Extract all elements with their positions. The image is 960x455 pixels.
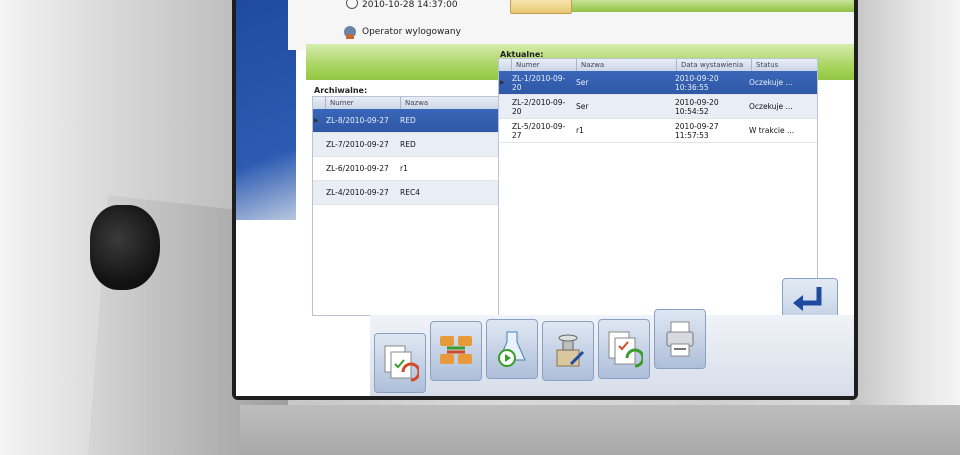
report-icon <box>608 331 643 368</box>
housing-bottom <box>240 405 960 455</box>
toolbar-button-report[interactable] <box>598 319 650 379</box>
touch-screen: 2010-10-28 14:37:00 Operator wylogowany … <box>236 0 854 396</box>
documents-icon <box>384 345 419 382</box>
current-col-numer[interactable]: Numer <box>512 59 577 71</box>
current-cell-numer: ZL-5/2010-09-27 <box>512 121 566 140</box>
current-cell-nazwa: Ser <box>576 102 589 111</box>
current-col-nazwa[interactable]: Nazwa <box>577 59 677 71</box>
printer-icon <box>666 321 694 357</box>
current-cell-data: 2010-09-27 11:57:53 <box>675 121 719 140</box>
current-col-status[interactable]: Status <box>752 59 806 71</box>
clock-icon <box>346 0 358 9</box>
current-cell-data: 2010-09-20 10:36:55 <box>675 73 719 92</box>
current-cell-status: Oczekuje ... <box>749 78 793 87</box>
operator-status-label: Operator wylogowany <box>362 27 461 37</box>
brand-band <box>236 0 296 220</box>
archived-col-numer[interactable]: Numer <box>326 97 401 109</box>
mount-knob <box>90 205 160 290</box>
exchange-icon <box>440 336 472 364</box>
archived-label: Archiwalne: <box>314 86 368 95</box>
current-rows: ▶ ZL-1/2010-09-20 Ser 2010-09-20 10:36:55 Oc… <box>499 71 817 143</box>
current-cell-status: Oczekuje ... <box>749 102 793 111</box>
operator-status[interactable]: Operator wylogowany <box>344 22 584 42</box>
header-button[interactable] <box>510 0 572 14</box>
archived-header-spacer <box>313 97 326 109</box>
archived-cell-numer: ZL-6/2010-09-27 <box>326 164 389 173</box>
archived-cell-numer: ZL-7/2010-09-27 <box>326 140 389 149</box>
top-header: 2010-10-28 14:37:00 Operator wylogowany <box>288 0 854 50</box>
header-datetime: 2010-10-28 14:37:00 <box>362 0 458 10</box>
current-header-spacer <box>499 59 512 71</box>
toolbar-button-weighing[interactable] <box>542 321 594 381</box>
user-icon <box>344 26 356 39</box>
scale-icon <box>556 334 585 367</box>
current-row[interactable]: ZL-2/2010-09-20 Ser 2010-09-20 10:54:52 Ocz… <box>499 95 817 119</box>
archived-cell-numer: ZL-8/2010-09-27 <box>326 116 389 125</box>
row-pointer-icon: ▶ <box>500 79 505 86</box>
row-pointer-icon: ▶ <box>314 117 319 124</box>
current-row[interactable]: ▶ ZL-1/2010-09-20 Ser 2010-09-20 10:36:55 Oc… <box>499 71 817 95</box>
current-cell-nazwa: r1 <box>576 126 584 135</box>
toolbar-button-process[interactable] <box>486 319 538 379</box>
housing-right-side <box>850 0 960 455</box>
current-cell-status: W trakcie ... <box>749 126 795 135</box>
current-header: Numer Nazwa Data wystawienia Status <box>499 59 817 71</box>
toolbar-button-exchange[interactable] <box>430 321 482 381</box>
toolbar-button-documents[interactable] <box>374 333 426 393</box>
archived-cell-numer: ZL-4/2010-09-27 <box>326 188 389 197</box>
current-cell-numer: ZL-1/2010-09-20 <box>512 73 566 92</box>
current-cell-nazwa: Ser <box>576 78 589 87</box>
header-green-bar <box>572 0 854 12</box>
current-cell-data: 2010-09-20 10:54:52 <box>675 97 719 116</box>
flask-icon <box>498 331 526 367</box>
current-row[interactable]: ZL-5/2010-09-27 r1 2010-09-27 11:57:53 W tr… <box>499 119 817 143</box>
current-col-data[interactable]: Data wystawienia <box>677 59 752 71</box>
bottom-toolbar <box>370 309 854 396</box>
current-cell-numer: ZL-2/2010-09-20 <box>512 97 566 116</box>
toolbar-button-print[interactable] <box>654 309 706 369</box>
current-table: Numer Nazwa Data wystawienia Status ▶ ZL-… <box>498 58 818 320</box>
